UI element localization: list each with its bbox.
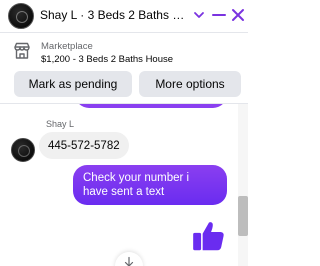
chat-header: Shay L · 3 Beds 2 Baths Ho... [0, 0, 248, 32]
outgoing-message[interactable]: Check your number i have sent a text [73, 165, 227, 205]
previous-outgoing-bubble [75, 104, 227, 108]
avatar[interactable] [8, 3, 34, 29]
scrollbar-track[interactable] [238, 104, 248, 266]
chevron-down-icon[interactable] [190, 6, 208, 24]
message-thread: Shay L 445-572-5782 Check your number i … [0, 104, 248, 266]
mark-as-pending-button[interactable]: Mark as pending [14, 71, 132, 97]
sender-name: Shay L [46, 119, 75, 129]
close-icon[interactable] [229, 6, 247, 24]
listing-summary[interactable]: $1,200 - 3 Beds 2 Baths House [41, 54, 173, 65]
conversation-title[interactable]: Shay L · 3 Beds 2 Baths Ho... [40, 8, 188, 22]
scroll-to-bottom-button[interactable] [115, 252, 143, 266]
thumbs-up-icon[interactable] [190, 217, 228, 255]
minimize-icon[interactable] [210, 6, 228, 24]
more-options-button[interactable]: More options [139, 71, 241, 97]
arrow-down-icon [124, 256, 134, 266]
header-divider [0, 32, 248, 33]
marketplace-icon [14, 42, 30, 59]
scrollbar-thumb[interactable] [238, 196, 248, 236]
incoming-message[interactable]: 445-572-5782 [39, 132, 129, 159]
listing-source: Marketplace [41, 41, 93, 52]
sender-avatar[interactable] [11, 138, 35, 162]
